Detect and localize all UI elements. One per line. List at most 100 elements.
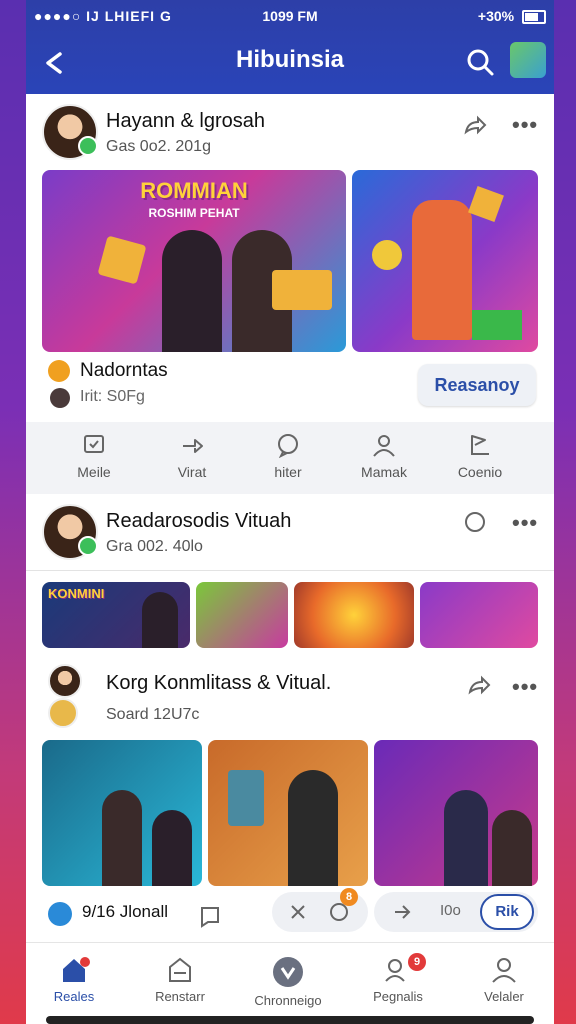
- post-meta: Gas 0o2. 201g: [106, 138, 211, 155]
- notification-badge: 9: [408, 953, 426, 971]
- forward-icon[interactable]: [392, 902, 414, 922]
- action-meile[interactable]: Meile: [54, 432, 134, 480]
- person-figure: [492, 810, 532, 886]
- profile-icon: [492, 958, 516, 983]
- avatar[interactable]: [48, 664, 82, 698]
- post-meta: Gra 002. 40lo: [106, 538, 203, 555]
- more-options-button[interactable]: •••: [512, 674, 538, 700]
- message-square-icon: [84, 435, 104, 453]
- share-icon[interactable]: [466, 674, 492, 700]
- person-figure: [102, 790, 142, 886]
- action-mamak[interactable]: Mamak: [344, 432, 424, 480]
- store-icon: [169, 957, 191, 982]
- reaction-pill[interactable]: 8: [272, 888, 368, 932]
- flag-icon: [471, 435, 489, 455]
- post-photo[interactable]: [208, 740, 368, 886]
- person-figure: [152, 810, 192, 886]
- post-meta-row: Nadorntas Irit: S0Fg Reasanoy: [26, 356, 554, 416]
- reactions-count[interactable]: 9/16 Jlonall: [82, 902, 168, 922]
- counter-text: I0o: [440, 902, 461, 919]
- decor-cube: [97, 235, 147, 285]
- decor-cube: [468, 186, 504, 222]
- battery-text: +30%: [477, 8, 515, 24]
- person-figure: [142, 592, 178, 648]
- notification-badge: 8: [340, 888, 358, 906]
- post-photo[interactable]: [374, 740, 538, 886]
- post-image-main[interactable]: ROMMIAN ROSHIM PEHAT: [42, 170, 346, 352]
- post-photo[interactable]: [42, 740, 202, 886]
- action-coenio[interactable]: Coenio: [440, 432, 520, 480]
- nav-item-renstarr[interactable]: Renstarr: [130, 955, 230, 1004]
- comment-icon[interactable]: [198, 904, 222, 928]
- tag-sub: Irit: S0Fg: [80, 388, 145, 405]
- nav-item-chronneigo[interactable]: Chronneigo: [238, 955, 338, 1008]
- home-badge-dot: [80, 957, 90, 967]
- action-label: hiter: [274, 464, 302, 480]
- battery-icon: [522, 10, 546, 25]
- nav-label: Velaler: [484, 989, 524, 1004]
- status-bar: ●●●●○ IJ LHIEFI G 1099 FM +30%: [26, 6, 554, 28]
- post-author[interactable]: Readarosodis Vituah: [106, 510, 291, 533]
- toy-figure: [412, 200, 472, 340]
- post-image-secondary[interactable]: [352, 170, 538, 352]
- person-figure: [162, 230, 222, 352]
- action-label: Virat: [177, 464, 207, 480]
- tag-label: Nadorntas: [80, 360, 168, 381]
- post-author[interactable]: Korg Konmlitass & Vitual.: [106, 672, 331, 695]
- thumb-title: KONMINI: [48, 586, 105, 601]
- share-arrow-icon: [183, 439, 203, 453]
- nav-label: Renstarr: [155, 989, 205, 1004]
- app-screen: ●●●●○ IJ LHIEFI G 1099 FM +30% Hibuinsia…: [26, 0, 554, 1024]
- small-avatar: [50, 388, 70, 408]
- person-icon: [373, 435, 395, 457]
- counter-pill: I0o Rik: [374, 892, 538, 932]
- more-options-button[interactable]: •••: [512, 510, 538, 536]
- action-bar: Meile Virat hiter Mamak Coenio: [26, 422, 554, 494]
- post-footer: 9/16 Jlonall 8 I0o Rik: [26, 888, 554, 938]
- app-icon: [48, 902, 72, 926]
- post-author[interactable]: Hayann & lgrosah: [106, 110, 265, 133]
- person-figure: [444, 790, 488, 886]
- thumb-image[interactable]: [196, 582, 288, 648]
- nav-label: Pegnalis: [373, 989, 423, 1004]
- nav-item-pegnalis[interactable]: 9 Pegnalis: [348, 953, 448, 1004]
- action-label: Mamak: [361, 464, 407, 480]
- online-dot: [78, 136, 98, 156]
- share-icon[interactable]: [462, 114, 488, 140]
- action-hiter[interactable]: hiter: [248, 432, 328, 480]
- clock-text: 1099 FM: [262, 8, 318, 24]
- divider: [26, 570, 554, 571]
- action-virat[interactable]: Virat: [152, 432, 232, 480]
- post-header: Korg Konmlitass & Vitual. Soard 12U7c ••…: [26, 660, 554, 730]
- avatar[interactable]: [42, 104, 98, 160]
- avatar-secondary[interactable]: [48, 698, 78, 728]
- decor-block: [472, 310, 522, 340]
- top-bar: ●●●●○ IJ LHIEFI G 1099 FM +30% Hibuinsia: [26, 0, 554, 94]
- nav-item-reales[interactable]: Reales: [26, 955, 124, 1004]
- online-dot: [78, 536, 98, 556]
- post-header: Readarosodis Vituah Gra 002. 40lo •••: [26, 496, 554, 566]
- nav-item-velaler[interactable]: Velaler: [454, 955, 554, 1004]
- thumb-image[interactable]: [294, 582, 414, 648]
- user-avatar[interactable]: [510, 42, 546, 78]
- close-icon: [291, 905, 305, 919]
- search-icon[interactable]: [464, 46, 496, 78]
- avatar[interactable]: [42, 504, 98, 560]
- more-options-button[interactable]: •••: [512, 112, 538, 138]
- compass-icon: [273, 957, 303, 987]
- pill-action-button[interactable]: Rik: [480, 894, 534, 930]
- battery-indicator: +30%: [477, 8, 546, 25]
- bottom-navigation: Reales Renstarr Chronneigo 9 Pegnalis Ve…: [26, 942, 554, 1024]
- person-figure: [288, 770, 338, 886]
- action-label: Coenio: [457, 464, 503, 480]
- join-button[interactable]: Reasanoy: [418, 364, 536, 406]
- home-indicator: [46, 1016, 534, 1024]
- image-subtitle: ROSHIM PEHAT: [148, 206, 240, 220]
- tag-icon: [48, 360, 70, 382]
- nav-label: Reales: [53, 989, 95, 1004]
- thumb-image[interactable]: KONMINI: [42, 582, 190, 648]
- chat-icon[interactable]: [462, 510, 488, 536]
- thumb-image[interactable]: [420, 582, 538, 648]
- nav-label: Chronneigo: [254, 993, 322, 1008]
- post-meta: Soard 12U7c: [106, 706, 200, 723]
